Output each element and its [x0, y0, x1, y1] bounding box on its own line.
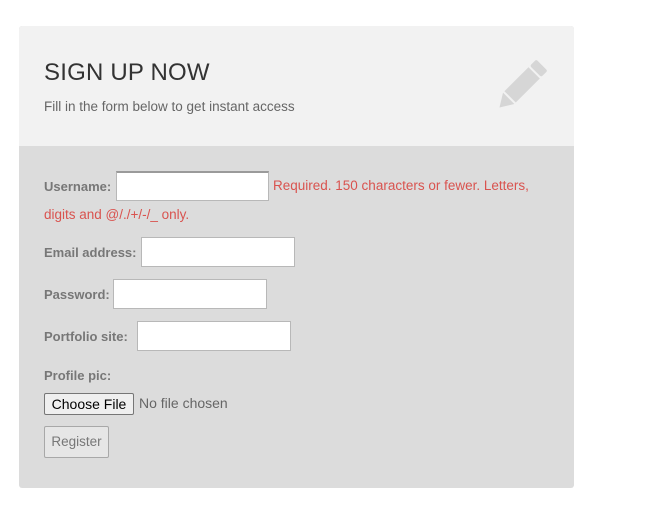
username-help-text-line1: Required. 150 characters or fewer. Lette… [273, 178, 529, 193]
password-label: Password: [44, 287, 110, 302]
email-label: Email address: [44, 245, 137, 260]
profile-pic-label: Profile pic: [44, 368, 112, 383]
signup-form: Username: Required. 150 characters or fe… [19, 146, 574, 488]
username-help-text-line2: digits and @/./+/-/_ only. [44, 207, 190, 222]
file-status-text: No file chosen [139, 395, 228, 411]
username-label: Username: [44, 179, 112, 194]
portfolio-label: Portfolio site: [44, 329, 128, 344]
register-button[interactable]: Register [44, 426, 109, 458]
password-input[interactable] [113, 279, 267, 309]
choose-file-button[interactable]: Choose File [44, 393, 134, 415]
email-input[interactable] [141, 237, 295, 267]
username-input[interactable] [116, 171, 269, 201]
signup-header: SIGN UP NOW Fill in the form below to ge… [19, 26, 574, 146]
page-subtitle: Fill in the form below to get instant ac… [44, 99, 295, 114]
portfolio-input[interactable] [137, 321, 291, 351]
pencil-icon [499, 60, 547, 108]
page-title: SIGN UP NOW [44, 59, 210, 86]
signup-card: SIGN UP NOW Fill in the form below to ge… [19, 26, 574, 488]
